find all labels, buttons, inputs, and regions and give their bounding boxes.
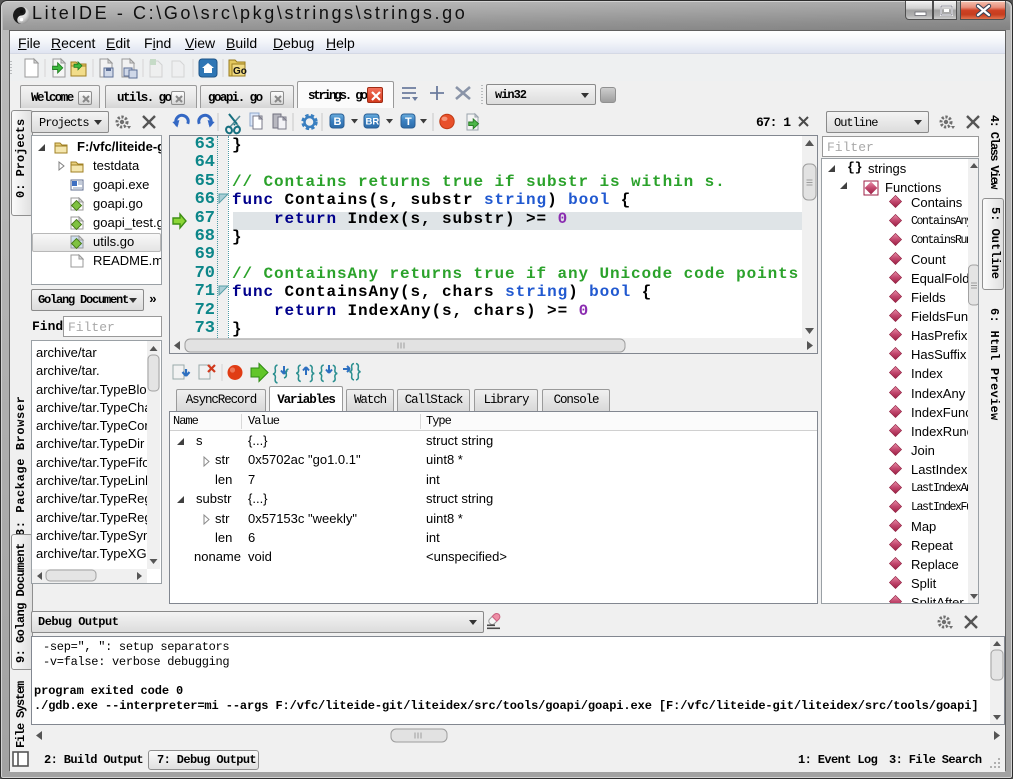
svg-text:67: 1: 67: 1 — [756, 115, 791, 130]
svg-text:Go: Go — [233, 66, 247, 77]
svg-text:T: T — [405, 116, 412, 128]
svg-text:BR: BR — [366, 117, 380, 128]
svg-text:B: B — [334, 116, 342, 128]
